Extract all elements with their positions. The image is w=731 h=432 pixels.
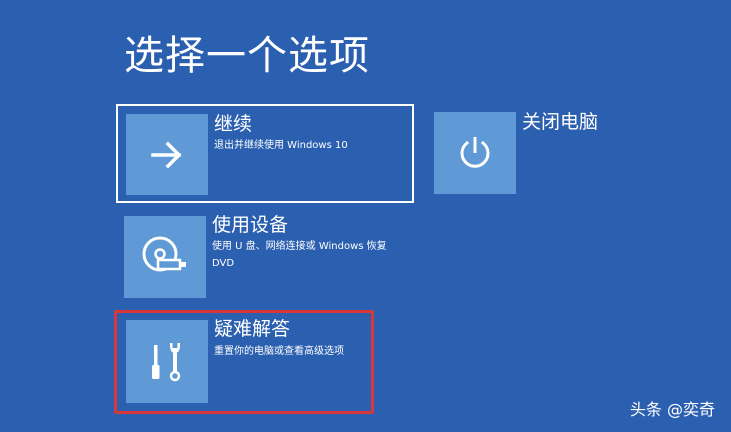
use-device-tile[interactable] — [124, 216, 206, 298]
continue-option[interactable]: 继续 退出并继续使用 Windows 10 — [116, 104, 414, 203]
continue-description: 退出并继续使用 Windows 10 — [214, 140, 348, 151]
troubleshoot-option[interactable]: 疑难解答 重置你的电脑或查看高级选项 — [114, 310, 374, 414]
watermark: 头条 @奕奇 — [629, 400, 715, 419]
use-device-option[interactable]: 使用设备 使用 U 盘、网络连接或 Windows 恢复 DVD — [116, 210, 414, 305]
use-device-title: 使用设备 — [212, 214, 289, 236]
troubleshoot-description: 重置你的电脑或查看高级选项 — [214, 346, 344, 357]
troubleshoot-tile[interactable] — [126, 320, 208, 403]
page-title: 选择一个选项 — [124, 33, 370, 79]
tools-icon — [152, 342, 181, 381]
continue-title: 继续 — [214, 113, 253, 135]
turn-off-pc-option[interactable]: 关闭电脑 — [434, 111, 634, 196]
turn-off-pc-title: 关闭电脑 — [522, 111, 599, 133]
turn-off-pc-tile[interactable] — [434, 112, 516, 194]
disc-usb-icon — [142, 236, 186, 272]
arrow-right-icon — [151, 141, 182, 168]
use-device-description: 使用 U 盘、网络连接或 Windows 恢复 DVD — [212, 241, 387, 269]
troubleshoot-title: 疑难解答 — [214, 318, 291, 340]
power-icon — [460, 137, 490, 168]
continue-tile[interactable] — [126, 114, 208, 195]
